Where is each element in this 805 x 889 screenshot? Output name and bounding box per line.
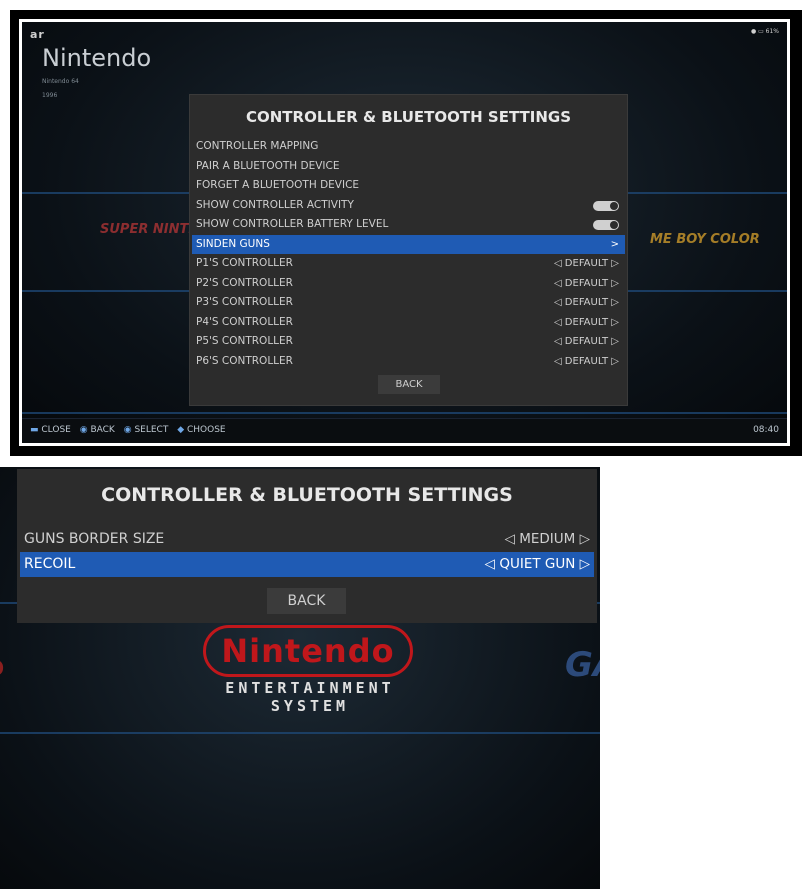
bottom-screenshot: CONTROLLER & BLUETOOTH SETTINGS GUNS BOR… — [0, 467, 600, 889]
menu-item-show-controller-activity[interactable]: SHOW CONTROLLER ACTIVITY — [192, 196, 625, 216]
select-button-icon: ▬ — [30, 425, 39, 435]
menu-item-guns-border-size[interactable]: GUNS BORDER SIZE ◁ MEDIUM ▷ — [20, 527, 594, 552]
menu-item-label: P4'S CONTROLLER — [196, 315, 293, 328]
option-selector[interactable]: ◁ MEDIUM ▷ — [505, 527, 590, 552]
menu-item-label: RECOIL — [24, 556, 76, 572]
menu-item-p3-controller[interactable]: P3'S CONTROLLER ◁ DEFAULT ▷ — [192, 293, 625, 313]
help-footer: ▬ CLOSE ◉ BACK ◉ SELECT ◆ CHOOSE 08:40 — [22, 418, 787, 443]
hint-choose: ◆ CHOOSE — [177, 425, 225, 435]
back-button[interactable]: BACK — [267, 588, 346, 614]
menu-item-p4-controller[interactable]: P4'S CONTROLLER ◁ DEFAULT ▷ — [192, 313, 625, 333]
sinden-guns-menu-panel: CONTROLLER & BLUETOOTH SETTINGS GUNS BOR… — [17, 469, 597, 623]
nintendo-wordmark: Nintendo — [221, 632, 395, 670]
hint-label: CHOOSE — [187, 425, 226, 435]
back-button[interactable]: BACK — [378, 375, 440, 394]
menu-item-label: FORGET A BLUETOOTH DEVICE — [196, 179, 360, 191]
toggle-switch[interactable] — [593, 200, 619, 211]
menu-title: CONTROLLER & BLUETOOTH SETTINGS — [101, 484, 513, 506]
menu-item-label: GUNS BORDER SIZE — [24, 531, 165, 547]
system-logo-background-right: GA — [565, 645, 600, 685]
menu-item-label: PAIR A BLUETOOTH DEVICE — [196, 159, 340, 172]
button-b-icon: ◉ — [79, 425, 88, 435]
menu-item-p6-controller[interactable]: P6'S CONTROLLER ◁ DEFAULT ▷ — [192, 352, 625, 372]
menu-item-controller-mapping[interactable]: CONTROLLER MAPPING — [192, 137, 625, 157]
hint-label: SELECT — [134, 425, 169, 435]
hint-select: ◉ SELECT — [124, 425, 169, 435]
menu-item-label: SHOW CONTROLLER BATTERY LEVEL — [196, 218, 389, 230]
menu-title: CONTROLLER & BLUETOOTH SETTINGS — [245, 108, 572, 126]
hint-close: ▬ CLOSE — [30, 425, 71, 435]
background-line — [22, 412, 787, 414]
menu-item-label: P1'S CONTROLLER — [196, 257, 293, 269]
system-subtitle: Nintendo 64 — [42, 78, 79, 85]
system-logo-background-left: D — [0, 657, 4, 682]
menu-item-sinden-guns[interactable]: SINDEN GUNS > — [192, 234, 625, 254]
top-screenshot-frame: ar ● ▭ 61% Nintendo Nintendo 64 1996 SUP… — [10, 10, 802, 456]
toggle-switch[interactable] — [593, 220, 619, 230]
top-screenshot: ar ● ▭ 61% Nintendo Nintendo 64 1996 SUP… — [19, 19, 790, 446]
system-year: 1996 — [42, 92, 58, 99]
option-selector[interactable]: ◁ DEFAULT ▷ — [554, 274, 619, 294]
nes-logo-line2: SYSTEM — [270, 697, 350, 715]
nintendo-logo: Nintendo — [203, 625, 413, 677]
menu-item-show-battery-level[interactable]: SHOW CONTROLLER BATTERY LEVEL — [192, 215, 625, 235]
menu-item-label: P6'S CONTROLLER — [196, 354, 293, 367]
option-selector[interactable]: ◁ DEFAULT ▷ — [554, 293, 619, 313]
button-hints: ▬ CLOSE ◉ BACK ◉ SELECT ◆ CHOOSE — [30, 425, 232, 435]
menu-item-pair-bluetooth[interactable]: PAIR A BLUETOOTH DEVICE — [192, 157, 625, 177]
menu-item-label: CONTROLLER MAPPING — [196, 140, 319, 152]
background-line — [0, 732, 600, 734]
hint-label: CLOSE — [41, 425, 71, 435]
option-selector[interactable]: ◁ DEFAULT ▷ — [554, 352, 619, 372]
gameboy-color-logo-background: ME BOY COLOR — [650, 232, 760, 247]
option-selector[interactable]: ◁ QUIET GUN ▷ — [485, 552, 590, 577]
clock: 08:40 — [753, 425, 779, 435]
option-selector[interactable]: ◁ DEFAULT ▷ — [554, 332, 619, 352]
menu-item-label: P2'S CONTROLLER — [196, 276, 293, 289]
settings-menu-panel: CONTROLLER & BLUETOOTH SETTINGS CONTROLL… — [189, 94, 628, 406]
menu-item-recoil[interactable]: RECOIL ◁ QUIET GUN ▷ — [20, 552, 594, 577]
hint-label: BACK — [90, 425, 115, 435]
button-a-icon: ◉ — [123, 425, 132, 435]
menu-item-forget-bluetooth[interactable]: FORGET A BLUETOOTH DEVICE — [192, 176, 625, 196]
menu-item-label: SHOW CONTROLLER ACTIVITY — [196, 198, 354, 211]
brand-logo: ar — [30, 28, 45, 41]
status-indicators: ● ▭ 61% — [750, 28, 779, 35]
nes-logo-line1: ENTERTAINMENT — [225, 679, 395, 697]
menu-item-label: P3'S CONTROLLER — [196, 296, 293, 308]
dpad-icon: ◆ — [177, 425, 185, 435]
menu-item-p1-controller[interactable]: P1'S CONTROLLER ◁ DEFAULT ▷ — [192, 254, 625, 274]
chevron-right-icon: > — [610, 238, 619, 250]
system-title: Nintendo — [42, 44, 152, 72]
hint-back: ◉ BACK — [80, 425, 115, 435]
menu-item-p5-controller[interactable]: P5'S CONTROLLER ◁ DEFAULT ▷ — [192, 332, 625, 352]
option-selector[interactable]: ◁ DEFAULT ▷ — [554, 254, 619, 274]
menu-item-p2-controller[interactable]: P2'S CONTROLLER ◁ DEFAULT ▷ — [192, 274, 625, 294]
menu-item-label: SINDEN GUNS — [196, 237, 270, 250]
option-selector[interactable]: ◁ DEFAULT ▷ — [554, 313, 619, 333]
menu-item-label: P5'S CONTROLLER — [196, 335, 293, 347]
